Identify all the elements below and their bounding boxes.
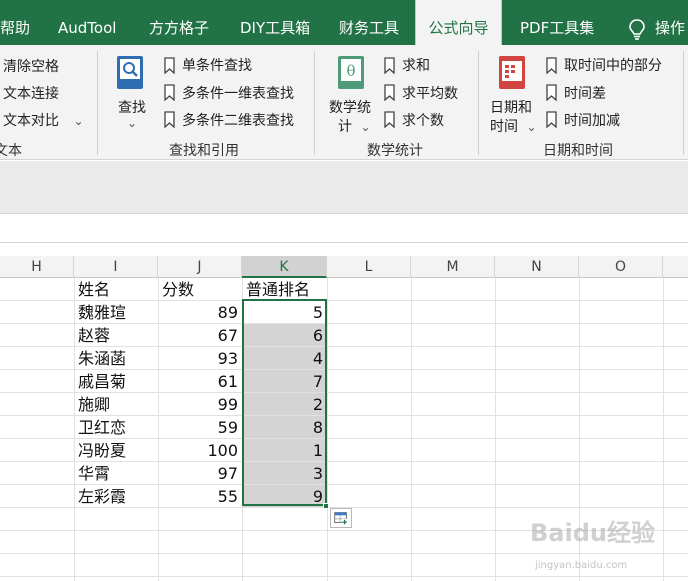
table-cell-name[interactable]: 朱涵菡 <box>74 347 158 370</box>
table-cell-name[interactable]: 卫红恋 <box>74 416 158 439</box>
quick-analysis-button[interactable] <box>330 508 352 528</box>
multi-condition-1d-lookup-button[interactable]: 多条件一维表查找 <box>182 83 294 103</box>
table-cell-score[interactable]: 97 <box>158 462 242 485</box>
bookmark-icon <box>546 57 557 74</box>
bookmark-icon <box>164 57 175 74</box>
find-icon <box>116 55 146 91</box>
fill-handle[interactable] <box>323 503 329 509</box>
column-header-h[interactable]: H <box>0 256 74 278</box>
column-header-l[interactable]: L <box>327 256 411 278</box>
column-header-row: H I J K L M N O <box>0 256 688 278</box>
tab-finance-tools[interactable]: 财务工具 <box>339 0 399 45</box>
tab-help[interactable]: 帮助 <box>0 0 30 45</box>
calendar-icon <box>498 55 528 91</box>
quick-analysis-icon <box>334 512 348 525</box>
table-cell-score[interactable]: 99 <box>158 393 242 416</box>
chevron-down-icon: ⌄ <box>73 114 84 128</box>
date-time-button[interactable]: 日期和 <box>490 97 532 117</box>
tab-diy-toolbox[interactable]: DIY工具箱 <box>240 0 310 45</box>
single-condition-lookup-button[interactable]: 单条件查找 <box>182 55 252 75</box>
multi-condition-2d-lookup-button[interactable]: 多条件二维表查找 <box>182 110 294 130</box>
table-cell-name[interactable]: 冯盼夏 <box>74 439 158 462</box>
group-label-text: 文本 <box>0 143 22 159</box>
time-diff-button[interactable]: 时间差 <box>564 83 606 103</box>
bookmark-icon <box>546 84 557 101</box>
table-cell-name[interactable]: 魏雅瑄 <box>74 301 158 324</box>
column-header-i[interactable]: I <box>74 256 158 278</box>
table-cell-score[interactable]: 61 <box>158 370 242 393</box>
lightbulb-icon[interactable] <box>627 18 647 40</box>
column-header-m[interactable]: M <box>411 256 495 278</box>
ribbon-gap <box>0 161 688 213</box>
tab-formula-wizard[interactable]: 公式向导 <box>415 0 502 47</box>
math-stats-button[interactable]: 数学统 <box>329 97 371 117</box>
table-cell-score[interactable]: 55 <box>158 485 242 508</box>
date-time-button-line2[interactable]: 时间 ⌄ <box>490 116 537 136</box>
tab-audtool[interactable]: AudTool <box>58 0 116 45</box>
table-cell-name[interactable]: 左彩霞 <box>74 485 158 508</box>
bookmark-icon <box>164 111 175 128</box>
ribbon-panel: 清除空格 文本连接 文本对比 ⌄ 文本 查找 ⌄ 单条件查找 多条件一维表查找 … <box>0 45 688 160</box>
column-header-j[interactable]: J <box>158 256 242 278</box>
sum-button[interactable]: 求和 <box>402 55 430 75</box>
group-separator <box>683 51 684 155</box>
math-stats-button-line2[interactable]: 计 ⌄ <box>338 116 371 136</box>
table-cell-name[interactable]: 赵蓉 <box>74 324 158 347</box>
baidu-watermark-url: jingyan.baidu.com <box>535 560 628 571</box>
average-button[interactable]: 求平均数 <box>402 83 458 103</box>
formula-bar[interactable] <box>0 213 688 243</box>
group-label-date: 日期和时间 <box>543 143 613 159</box>
tab-tell-me[interactable]: 操作 <box>655 0 685 45</box>
chevron-down-icon[interactable]: ⌄ <box>127 116 137 130</box>
clear-spaces-button[interactable]: 清除空格 <box>3 56 59 76</box>
tab-fangfanggezi[interactable]: 方方格子 <box>149 0 209 45</box>
text-compare-button[interactable]: 文本对比 ⌄ <box>3 110 84 130</box>
header-cell-score[interactable]: 分数 <box>158 278 242 301</box>
baidu-watermark: Baidu经验 <box>530 519 655 547</box>
grid-line <box>0 576 688 577</box>
table-cell-name[interactable]: 华霄 <box>74 462 158 485</box>
bookmark-icon <box>546 111 557 128</box>
svg-text:θ: θ <box>346 62 355 80</box>
bookmark-icon <box>384 57 395 74</box>
bookmark-icon <box>384 111 395 128</box>
table-cell-name[interactable]: 戚昌菊 <box>74 370 158 393</box>
table-cell-score[interactable]: 100 <box>158 439 242 462</box>
ribbon-tab-bar: 帮助 AudTool 方方格子 DIY工具箱 财务工具 公式向导 PDF工具集 … <box>0 0 688 47</box>
grid-line <box>0 553 688 554</box>
math-stats-label-2: 计 <box>338 119 352 135</box>
time-add-subtract-button[interactable]: 时间加减 <box>564 110 620 130</box>
column-header-n[interactable]: N <box>495 256 579 278</box>
find-button[interactable]: 查找 <box>118 97 146 117</box>
date-time-label-2: 时间 <box>490 119 518 135</box>
tab-pdf-tools[interactable]: PDF工具集 <box>520 0 594 45</box>
group-label-lookup: 查找和引用 <box>169 143 239 159</box>
chevron-down-icon: ⌄ <box>360 120 371 134</box>
math-stats-icon: θ <box>337 55 367 91</box>
text-concat-button[interactable]: 文本连接 <box>3 83 59 103</box>
sheet-top-gap <box>0 243 688 256</box>
table-cell-score[interactable]: 67 <box>158 324 242 347</box>
column-header-o[interactable]: O <box>579 256 663 278</box>
count-button[interactable]: 求个数 <box>402 110 444 130</box>
bookmark-icon <box>164 84 175 101</box>
selection-border <box>242 299 327 506</box>
group-separator <box>478 51 479 155</box>
table-cell-score[interactable]: 59 <box>158 416 242 439</box>
table-cell-score[interactable]: 93 <box>158 347 242 370</box>
group-label-stats: 数学统计 <box>367 143 423 159</box>
table-cell-name[interactable]: 施卿 <box>74 393 158 416</box>
header-cell-name[interactable]: 姓名 <box>74 278 158 301</box>
group-separator <box>314 51 315 155</box>
time-part-button[interactable]: 取时间中的部分 <box>564 55 662 75</box>
bookmark-icon <box>384 84 395 101</box>
group-separator <box>97 51 98 155</box>
header-cell-rank[interactable]: 普通排名 <box>242 278 327 301</box>
text-compare-label: 文本对比 <box>3 113 59 129</box>
chevron-down-icon: ⌄ <box>526 120 537 134</box>
table-cell-score[interactable]: 89 <box>158 301 242 324</box>
column-header-k[interactable]: K <box>242 256 327 278</box>
